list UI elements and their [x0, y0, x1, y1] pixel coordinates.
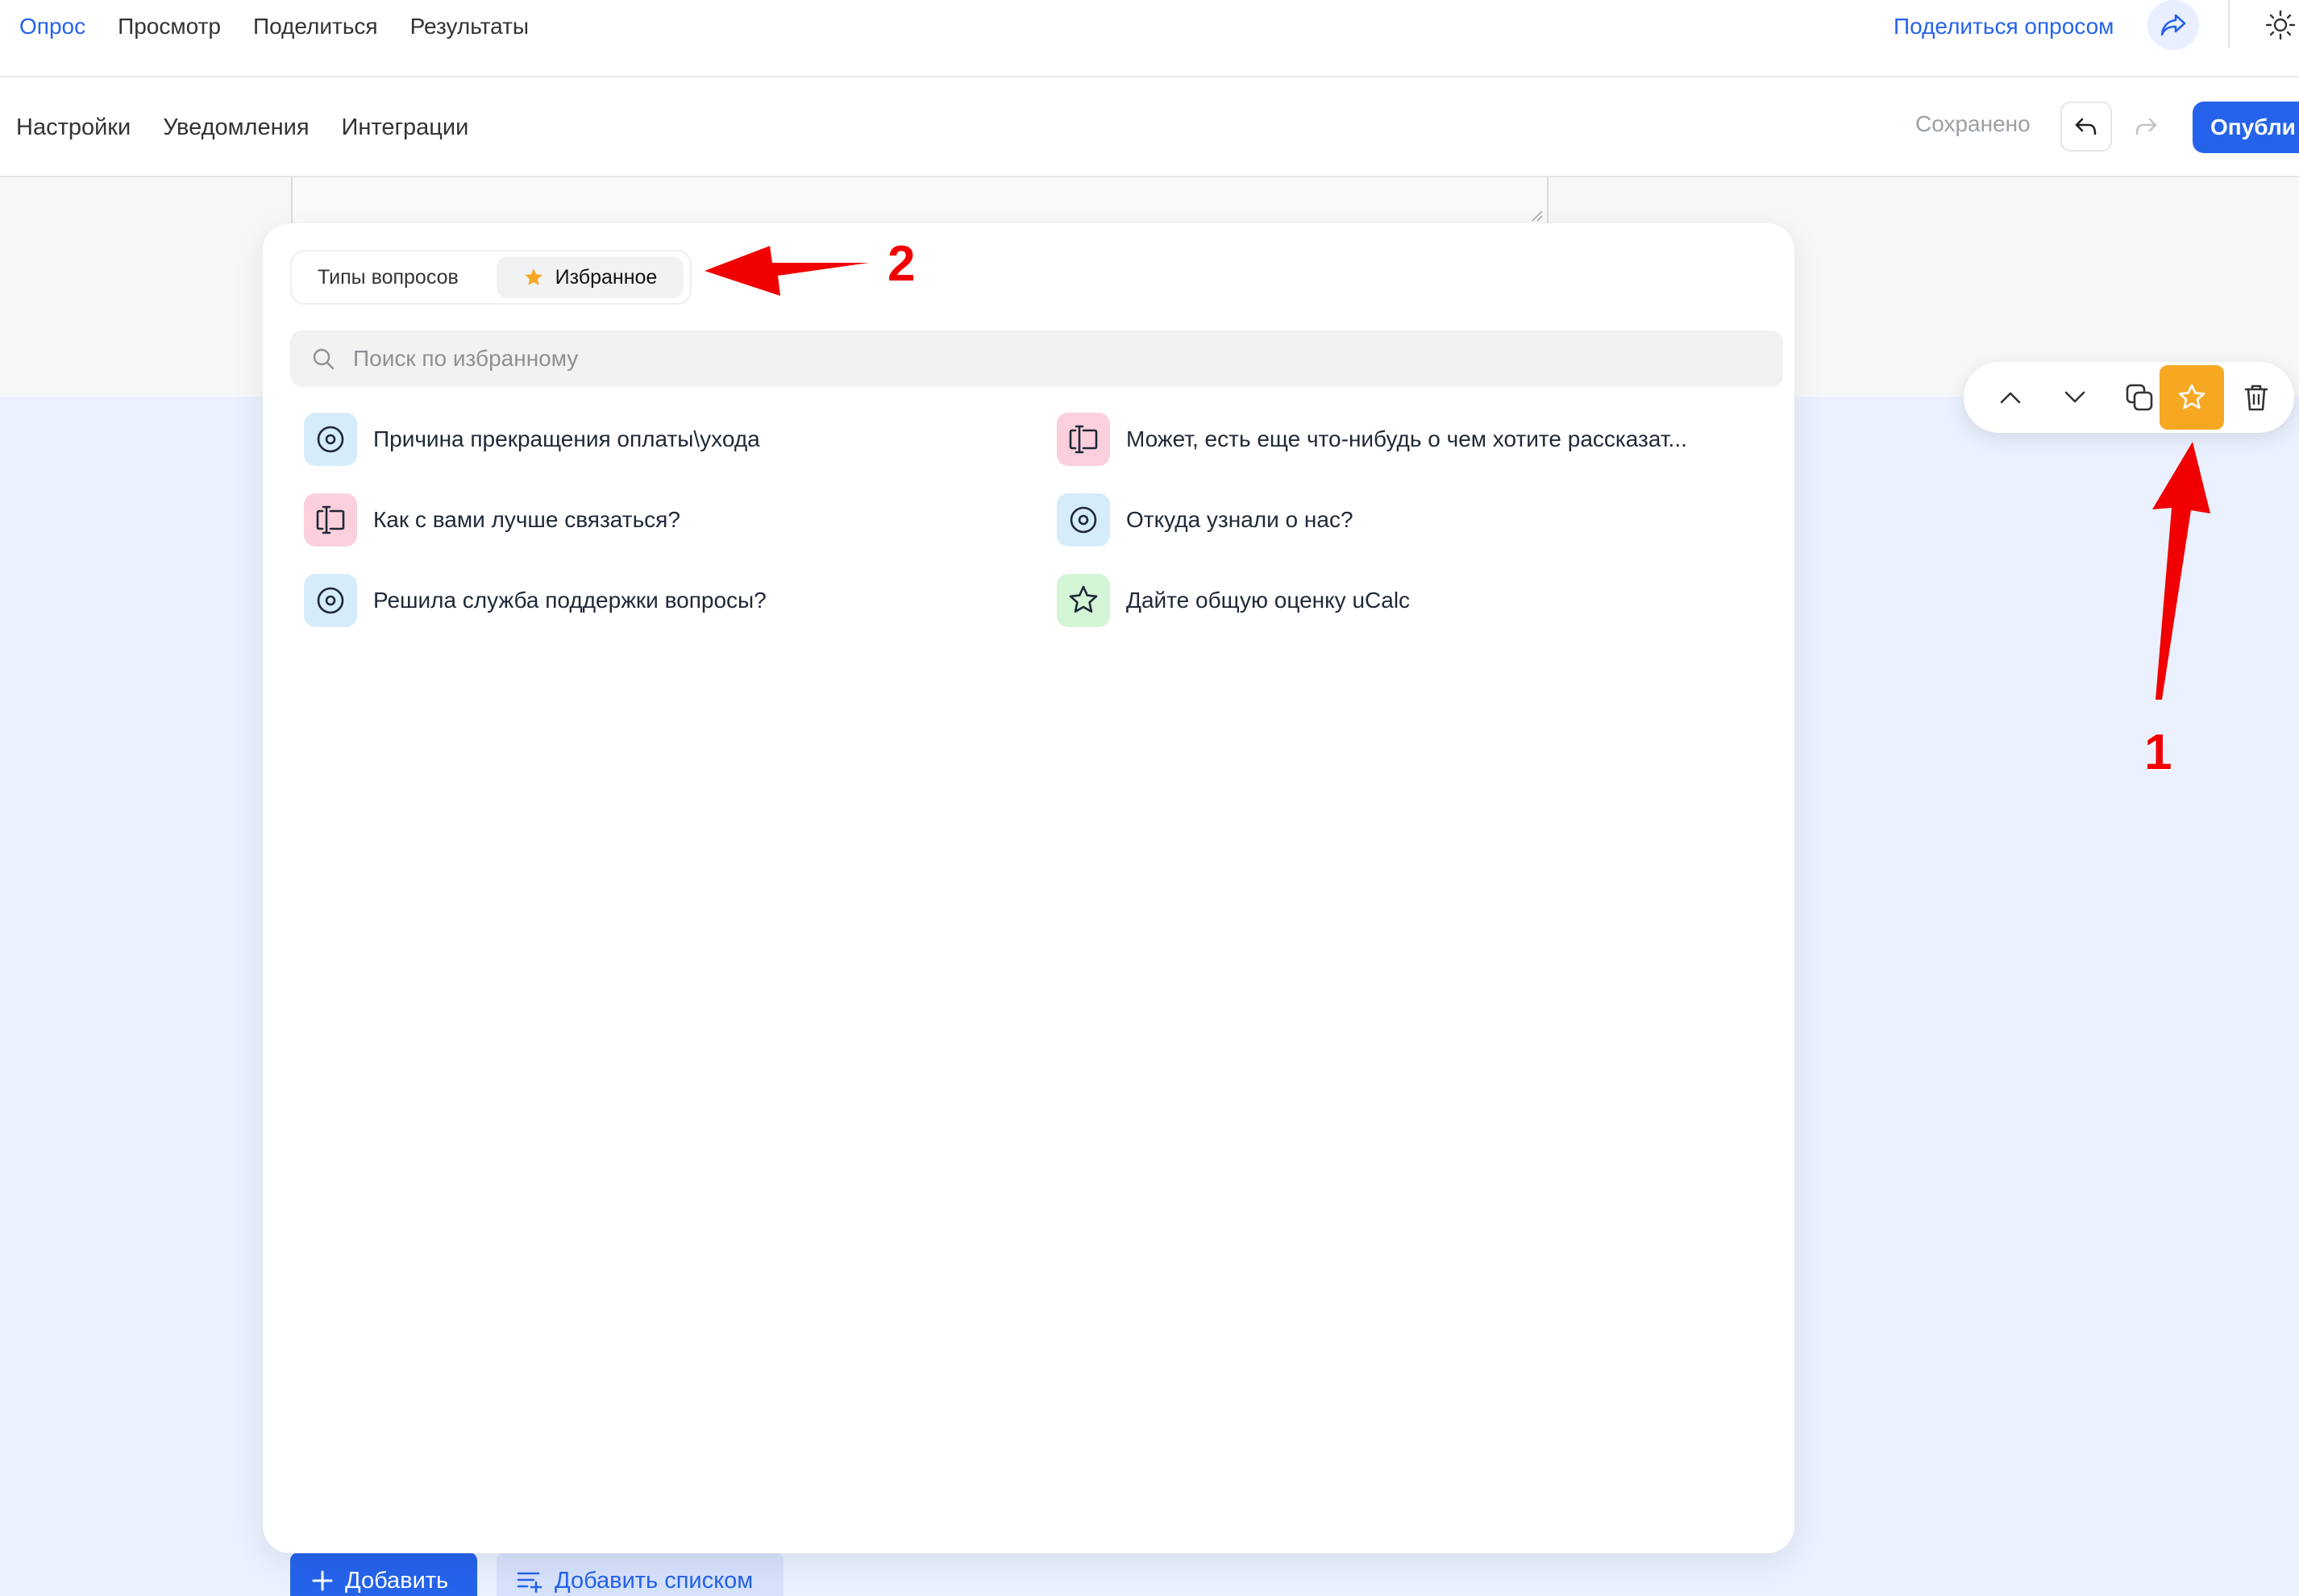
- radio-icon: [317, 587, 344, 614]
- nav-integrations[interactable]: Интеграции: [342, 114, 469, 141]
- tab-question-types[interactable]: Типы вопросов: [318, 256, 459, 298]
- radio-icon: [317, 426, 344, 453]
- editor-toolbar: Настройки Уведомления Интеграции Сохране…: [0, 77, 2299, 177]
- text-field-icon: [1069, 425, 1098, 454]
- favorite-item-label: Может, есть еще что-нибудь о чем хотите …: [1126, 426, 1687, 451]
- favorite-item-label: Как с вами лучше связаться?: [373, 507, 680, 532]
- trash-icon: [2244, 384, 2268, 411]
- move-up-button[interactable]: [1978, 365, 2043, 430]
- duplicate-icon: [2126, 384, 2153, 411]
- favorite-item-label: Дайте общую оценку uCalc: [1126, 588, 1411, 613]
- item-icon-box: [1057, 574, 1110, 627]
- text-field-icon: [316, 505, 345, 534]
- nav-preview[interactable]: Просмотр: [118, 14, 221, 39]
- add-question-button[interactable]: Добавить: [290, 1552, 477, 1596]
- plus-icon: [312, 1570, 333, 1591]
- delete-button[interactable]: [2224, 365, 2289, 430]
- top-bar: Опрос Просмотр Поделиться Результаты Под…: [0, 0, 2299, 77]
- favorite-item[interactable]: Может, есть еще что-нибудь о чем хотите …: [1057, 413, 1766, 466]
- chevron-up-icon: [2000, 392, 2021, 404]
- star-filled-icon: [524, 268, 543, 285]
- favorites-search: [290, 330, 1783, 387]
- picker-tabs: Типы вопросов Избранное: [290, 250, 692, 305]
- nav-notifications[interactable]: Уведомления: [163, 114, 309, 141]
- favorite-item[interactable]: Решила служба поддержки вопросы?: [304, 574, 1013, 627]
- redo-icon: [2135, 118, 2157, 135]
- item-icon-box: [1057, 493, 1110, 547]
- chevron-down-icon: [2064, 391, 2085, 403]
- favorite-item-label: Решила служба поддержки вопросы?: [373, 588, 767, 613]
- favorite-item[interactable]: Как с вами лучше связаться?: [304, 493, 1013, 547]
- share-arrow-icon: [2160, 14, 2186, 36]
- nav-settings[interactable]: Настройки: [16, 114, 131, 141]
- item-icon-box: [304, 574, 357, 627]
- annotation-label-1: 1: [2144, 725, 2172, 780]
- undo-icon: [2075, 118, 2097, 135]
- item-icon-box: [1057, 413, 1110, 466]
- annotation-label-2: 2: [888, 236, 916, 292]
- top-nav: Опрос Просмотр Поделиться Результаты: [19, 0, 529, 53]
- question-textarea[interactable]: [291, 177, 1549, 227]
- settings-nav: Настройки Уведомления Интеграции: [16, 77, 468, 177]
- question-picker-panel: Типы вопросов Избранное Поиск по избранн…: [263, 223, 1794, 1553]
- item-icon-box: [304, 493, 357, 547]
- redo-button[interactable]: [2120, 102, 2172, 152]
- divider: [2228, 0, 2230, 48]
- favorite-item-label: Причина прекращения оплаты\ухода: [373, 426, 760, 451]
- question-actions-toolbar: [1964, 362, 2294, 433]
- search-icon: [313, 348, 335, 370]
- add-as-list-button[interactable]: Добавить списком: [497, 1552, 784, 1596]
- item-icon-box: [304, 413, 357, 466]
- nav-results[interactable]: Результаты: [410, 14, 529, 39]
- resize-handle-icon: [1532, 210, 1543, 222]
- save-status: Сохранено: [1915, 111, 2031, 136]
- share-button[interactable]: [2147, 0, 2199, 50]
- radio-icon: [1070, 506, 1097, 534]
- star-icon: [1069, 585, 1098, 613]
- star-icon: [2178, 384, 2205, 409]
- app-root: Опрос Просмотр Поделиться Результаты Под…: [0, 0, 2299, 1596]
- theme-toggle[interactable]: [2262, 6, 2299, 44]
- publish-button[interactable]: Опубли: [2193, 102, 2299, 153]
- sun-icon: [2265, 10, 2296, 40]
- favorite-button[interactable]: [2160, 365, 2224, 430]
- list-add-icon: [517, 1572, 543, 1593]
- tab-favorites[interactable]: Избранное: [497, 256, 684, 298]
- favorite-item[interactable]: Дайте общую оценку uCalc: [1057, 574, 1766, 627]
- undo-button[interactable]: [2060, 102, 2112, 152]
- share-survey-link[interactable]: Поделиться опросом: [1894, 11, 2114, 42]
- nav-share[interactable]: Поделиться: [253, 14, 378, 39]
- add-as-list-label: Добавить списком: [555, 1567, 754, 1594]
- add-question-label: Добавить: [345, 1567, 449, 1594]
- tab-favorites-label: Избранное: [555, 266, 658, 289]
- favorite-item-label: Откуда узнали о нас?: [1126, 507, 1353, 532]
- move-down-button[interactable]: [2043, 365, 2107, 430]
- nav-survey[interactable]: Опрос: [19, 14, 85, 39]
- favorite-item[interactable]: Причина прекращения оплаты\ухода: [304, 413, 1013, 466]
- search-input[interactable]: [353, 330, 1756, 387]
- favorite-item[interactable]: Откуда узнали о нас?: [1057, 493, 1766, 547]
